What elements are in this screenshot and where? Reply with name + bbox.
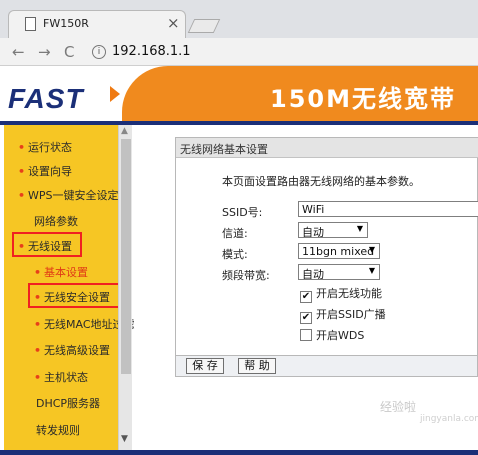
scroll-down-icon[interactable]: ▼ (121, 434, 128, 444)
bullet-icon: • (34, 266, 42, 279)
bandwidth-value: 自动 (302, 268, 324, 280)
ssid-broadcast-label: 开启SSID广播 (316, 308, 386, 321)
enable-wireless-label: 开启无线功能 (316, 287, 382, 300)
logo-triangle-icon (110, 86, 120, 102)
sidebar-scrollbar[interactable]: ▲ ▼ (118, 125, 132, 450)
bullet-icon: • (18, 141, 26, 154)
save-button[interactable]: 保 存 (186, 358, 224, 374)
mode-value: 11bgn mixed (302, 245, 375, 258)
sidebar-item-label: WPS一键安全设定 (28, 189, 119, 202)
panel-title: 无线网络基本设置 (176, 138, 478, 158)
highlight-box (12, 232, 82, 257)
check-icon: ✔ (301, 291, 311, 302)
mode-label: 模式: (222, 248, 248, 261)
fast-logo: FAST (8, 83, 84, 114)
sidebar-item-host-status[interactable]: • 主机状态 (34, 369, 88, 385)
bullet-icon: • (34, 344, 42, 357)
sidebar-item-network[interactable]: 网络参数 (34, 213, 78, 229)
bandwidth-label: 频段带宽: (222, 269, 270, 282)
forward-arrow-icon[interactable]: → (38, 43, 51, 61)
bullet-icon: • (18, 165, 26, 178)
bullet-icon: • (18, 189, 26, 202)
bandwidth-select[interactable]: 自动 ▼ (298, 264, 380, 280)
sidebar-item-label: DHCP服务器 (36, 397, 101, 410)
sidebar-item-label: 网络参数 (34, 215, 78, 228)
bullet-icon: • (34, 318, 42, 331)
tab-strip: FW150R × (0, 0, 478, 38)
ssid-broadcast-checkbox-row[interactable]: ✔ 开启SSID广播 (300, 306, 386, 324)
close-tab-icon[interactable]: × (167, 14, 180, 32)
banner-title: 150M无线宽带 (270, 85, 456, 113)
info-icon[interactable]: i (92, 45, 106, 59)
footer-bar (0, 450, 478, 455)
sidebar-item-label: 主机状态 (44, 371, 89, 384)
wireless-basic-settings-panel: 无线网络基本设置 本页面设置路由器无线网络的基本参数。 SSID号: WiFi … (175, 137, 478, 377)
browser-tab[interactable]: FW150R × (8, 10, 186, 38)
ssid-label: SSID号: (222, 206, 263, 219)
highlight-box (28, 283, 120, 308)
ssid-broadcast-checkbox[interactable]: ✔ (300, 312, 312, 324)
channel-label: 信道: (222, 227, 248, 240)
sidebar-item-wizard[interactable]: • 设置向导 (18, 163, 72, 179)
sidebar-item-wps[interactable]: • WPS一键安全设定 (18, 187, 119, 203)
help-button[interactable]: 帮 助 (238, 358, 276, 374)
browser-window: FW150R × ← → C i 192.168.1.1 FAST 150M无线… (0, 0, 478, 455)
sidebar-item-label: 基本设置 (44, 266, 89, 279)
channel-select[interactable]: 自动 ▼ (298, 222, 368, 238)
enable-wireless-checkbox-row[interactable]: ✔ 开启无线功能 (300, 285, 382, 303)
button-bar: 保 存 帮 助 (175, 355, 478, 377)
sidebar-item-forwarding[interactable]: 转发规则 (36, 422, 80, 438)
enable-wireless-checkbox[interactable]: ✔ (300, 291, 312, 303)
sidebar-item-label: 无线高级设置 (44, 344, 111, 357)
sidebar-item-label: 转发规则 (36, 424, 80, 437)
check-icon: ✔ (301, 312, 311, 323)
reload-icon[interactable]: C (64, 43, 74, 61)
sidebar-item-wireless-advanced[interactable]: • 无线高级设置 (34, 342, 110, 358)
chevron-down-icon: ▼ (368, 266, 375, 275)
scroll-thumb[interactable] (121, 139, 131, 374)
sidebar-item-label: 设置向导 (28, 165, 73, 178)
chevron-down-icon: ▼ (356, 224, 363, 233)
sidebar-item-status[interactable]: • 运行状态 (18, 139, 72, 155)
chevron-down-icon: ▼ (368, 245, 375, 254)
router-header: FAST 150M无线宽带 (0, 66, 478, 122)
channel-value: 自动 (302, 226, 324, 238)
panel-description: 本页面设置路由器无线网络的基本参数。 (222, 175, 420, 188)
address-bar[interactable]: 192.168.1.1 (112, 44, 191, 59)
new-tab-button[interactable] (187, 19, 221, 33)
tab-title: FW150R (43, 17, 89, 30)
sidebar-item-label: 运行状态 (28, 141, 73, 154)
bullet-icon: • (34, 371, 42, 384)
wds-checkbox[interactable] (300, 329, 312, 341)
watermark-subtext: jingyanla.com (420, 414, 478, 424)
wds-label: 开启WDS (316, 329, 365, 342)
browser-toolbar: ← → C i 192.168.1.1 (0, 38, 478, 66)
scroll-up-icon[interactable]: ▲ (121, 126, 128, 136)
mode-select[interactable]: 11bgn mixed ▼ (298, 243, 380, 259)
back-arrow-icon[interactable]: ← (12, 43, 25, 61)
page-icon (25, 17, 36, 31)
wds-checkbox-row[interactable]: 开启WDS (300, 327, 365, 342)
sidebar-item-dhcp[interactable]: DHCP服务器 (36, 395, 100, 411)
sidebar-item-basic[interactable]: • 基本设置 (34, 264, 88, 280)
ssid-input[interactable]: WiFi (298, 201, 478, 217)
watermark-text: 经验啦 (380, 400, 417, 414)
